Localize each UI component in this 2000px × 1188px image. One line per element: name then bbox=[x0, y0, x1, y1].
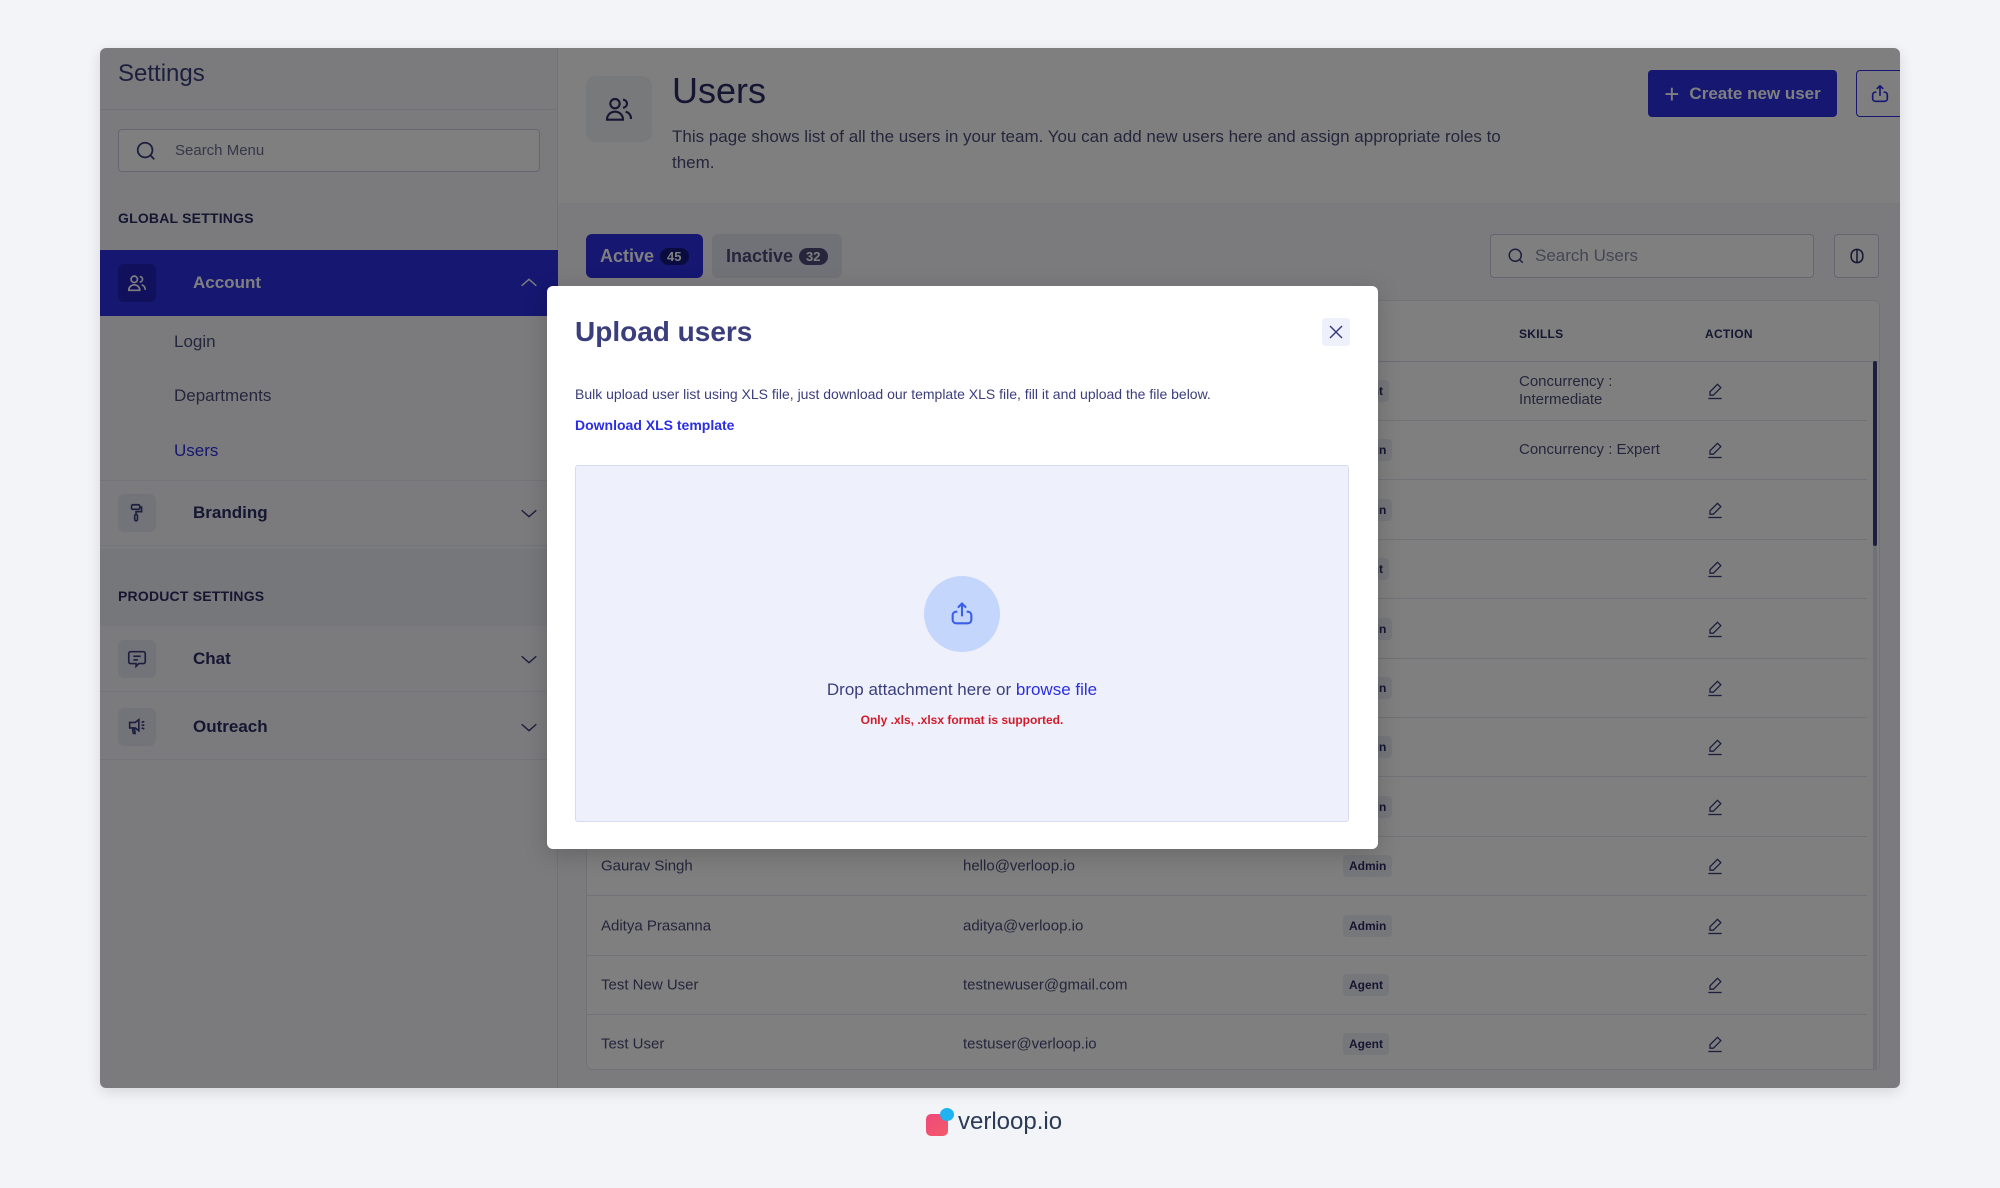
upload-users-modal: Upload users Bulk upload user list using… bbox=[547, 286, 1378, 849]
dropzone-text: Drop attachment here or browse file bbox=[576, 680, 1348, 700]
verloop-logo: verloop.io bbox=[926, 1108, 1062, 1136]
format-note: Only .xls, .xlsx format is supported. bbox=[860, 713, 1064, 727]
browse-file-link[interactable]: browse file bbox=[1016, 680, 1097, 699]
brand-name: verloop.io bbox=[958, 1108, 1063, 1135]
upload-icon bbox=[951, 602, 973, 625]
close-button[interactable] bbox=[1322, 318, 1350, 346]
close-icon bbox=[1329, 325, 1343, 339]
modal-description: Bulk upload user list using XLS file, ju… bbox=[575, 386, 1211, 402]
file-dropzone[interactable]: Drop attachment here or browse file Only… bbox=[575, 465, 1349, 822]
modal-title: Upload users bbox=[575, 316, 753, 347]
verloop-logo-icon bbox=[926, 1108, 954, 1136]
drop-instruction: Drop attachment here or bbox=[826, 680, 1016, 699]
upload-icon-circle bbox=[924, 576, 1000, 652]
download-xls-template-link[interactable]: Download XLS template bbox=[575, 417, 734, 433]
